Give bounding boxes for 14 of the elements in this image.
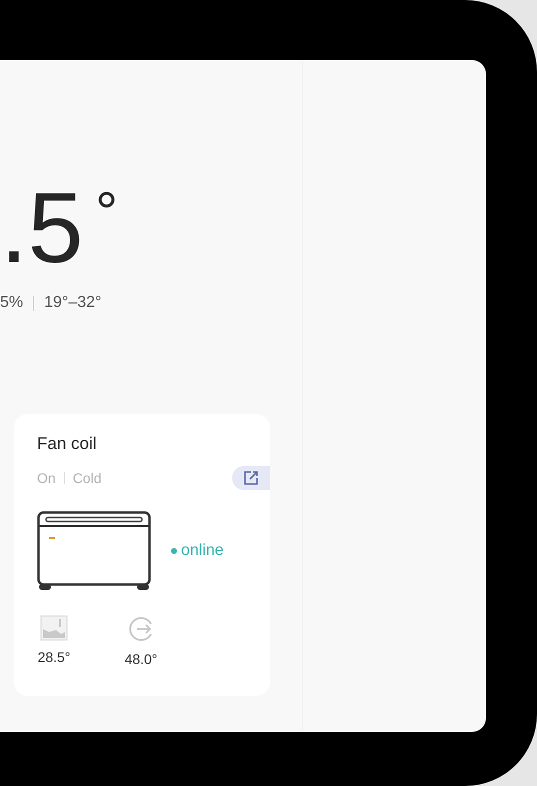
power-state: On	[37, 470, 56, 486]
device-card[interactable]: Fan coil On Cold online 28.5° 48.0°	[14, 414, 270, 696]
share-icon	[243, 470, 259, 486]
mode-label: Cold	[72, 470, 102, 486]
temperature-value: 48.0°	[124, 651, 158, 667]
humidity-reading: 5%	[0, 294, 24, 312]
status-label: online	[181, 542, 224, 560]
degree-symbol: °	[95, 184, 118, 240]
landscape-icon	[40, 615, 68, 641]
temperature-reading: .5	[0, 178, 84, 278]
device-name: Fan coil	[37, 434, 98, 454]
share-button[interactable]	[232, 466, 270, 490]
temperature-value: 28.5°	[38, 649, 70, 665]
temperature-range: 19°–32°	[44, 294, 102, 312]
